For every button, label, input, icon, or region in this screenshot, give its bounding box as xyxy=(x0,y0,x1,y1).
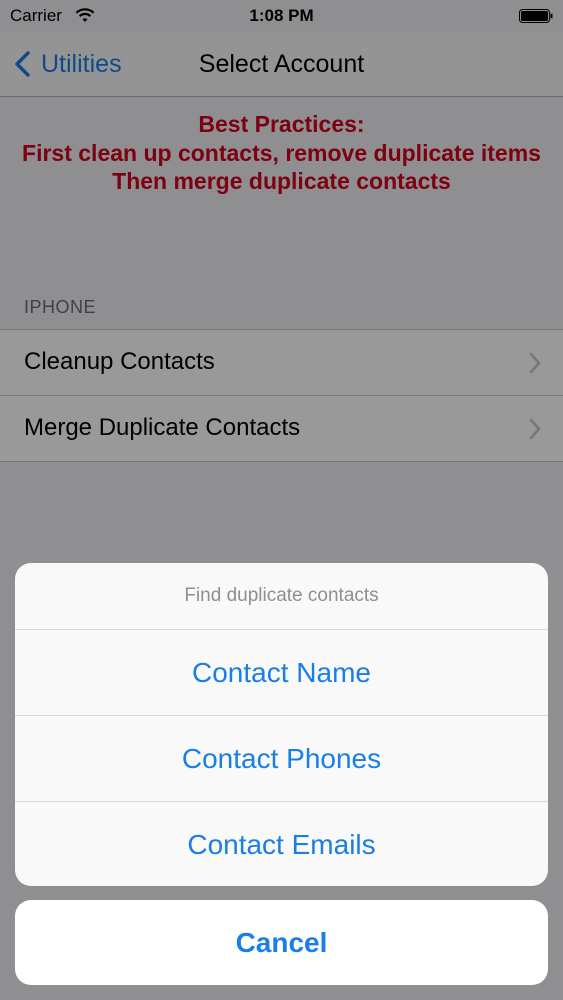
contact-name-option[interactable]: Contact Name xyxy=(15,630,548,716)
action-sheet: Find duplicate contacts Contact Name Con… xyxy=(15,563,548,886)
action-sheet-title: Find duplicate contacts xyxy=(15,563,548,630)
cancel-button[interactable]: Cancel xyxy=(15,900,548,985)
contact-emails-option[interactable]: Contact Emails xyxy=(15,802,548,886)
contact-phones-option[interactable]: Contact Phones xyxy=(15,716,548,802)
